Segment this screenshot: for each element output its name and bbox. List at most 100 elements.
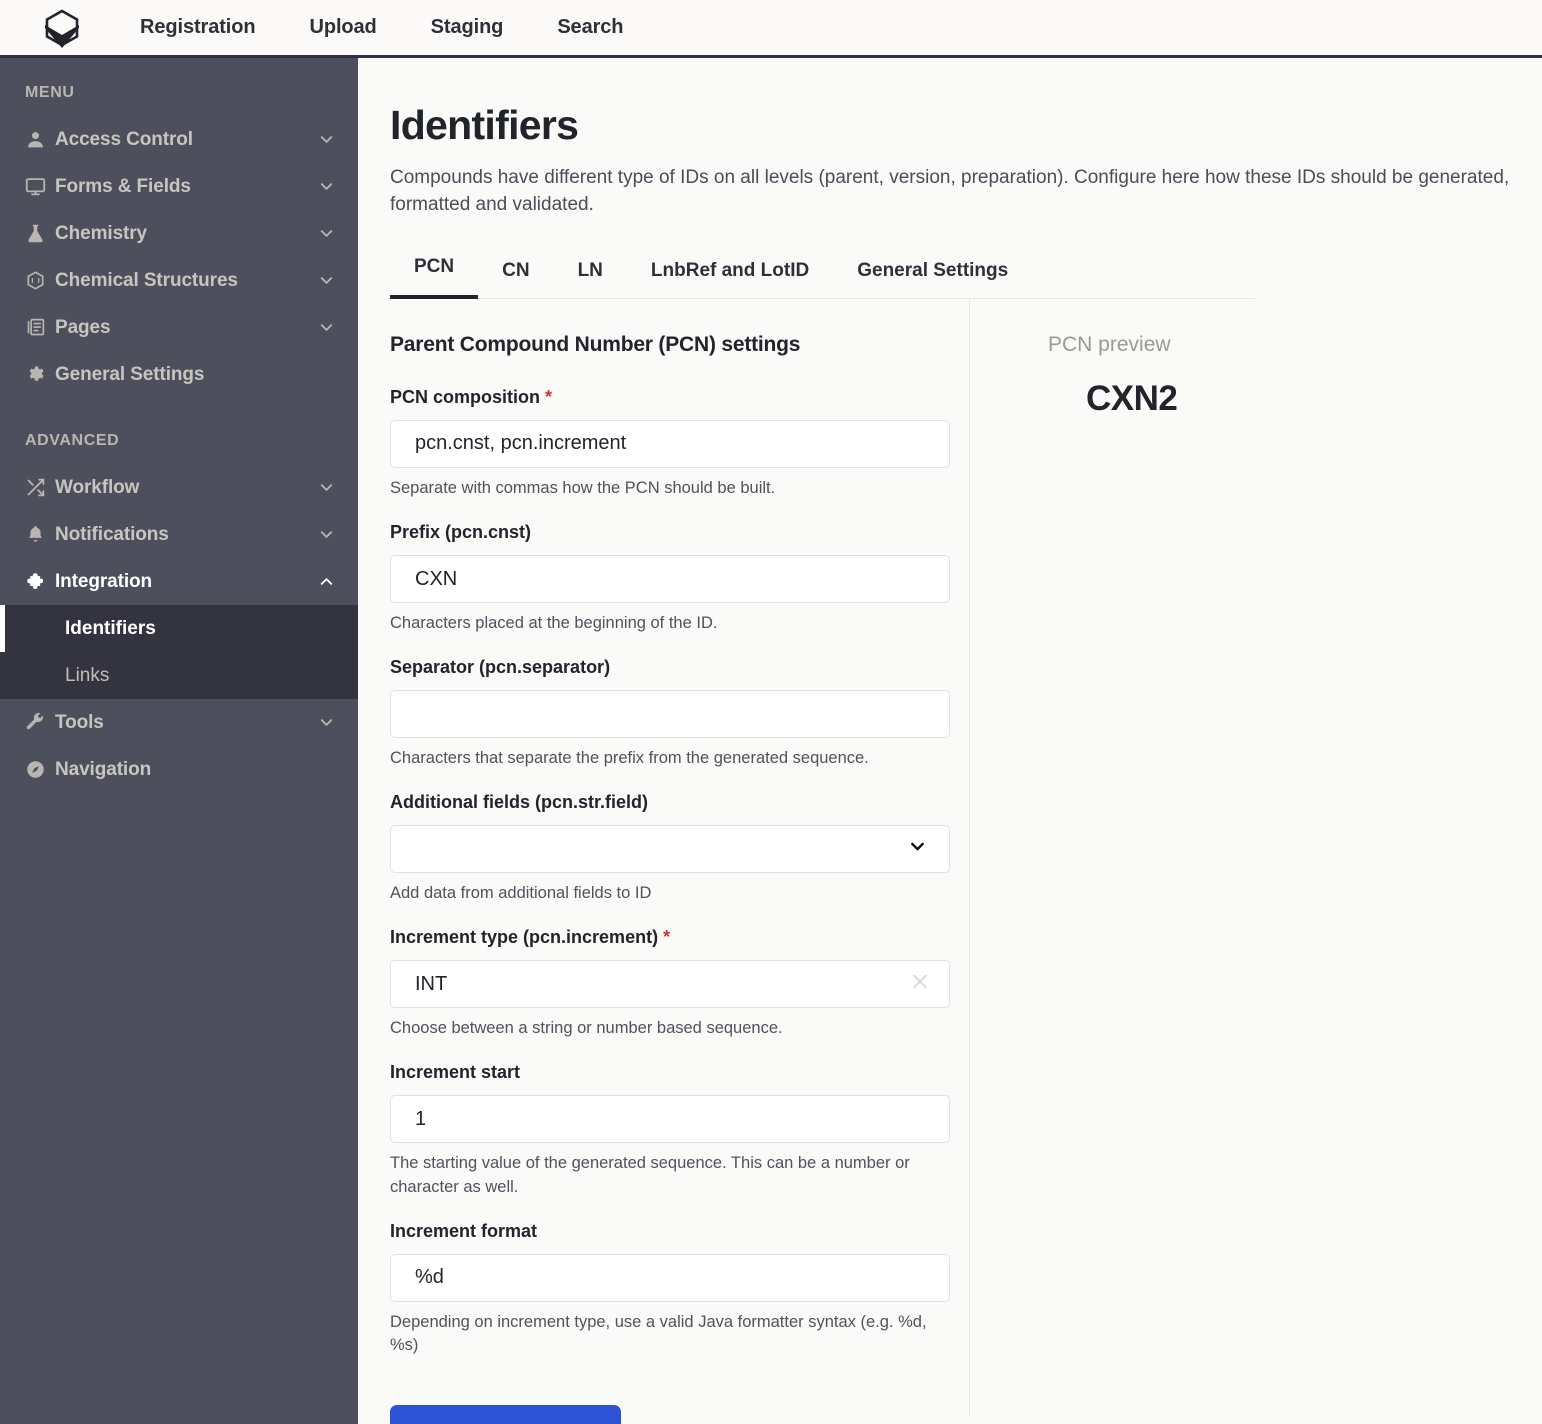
pages-icon [25,317,55,338]
sidebar-item-integration[interactable]: Integration [0,558,358,605]
sidebar: MENU Access Control Forms & Fields Chemi… [0,58,358,1424]
sidebar-item-label: Chemical Structures [55,269,238,291]
chevron-down-icon[interactable] [317,478,336,497]
puzzle-icon [25,571,55,593]
user-icon [25,129,55,150]
sidebar-item-general-settings[interactable]: General Settings [0,351,358,398]
chevron-down-icon[interactable] [317,271,336,290]
app-shell: MENU Access Control Forms & Fields Chemi… [0,58,1542,1424]
field-label: PCN composition * [390,387,939,408]
close-icon[interactable] [910,972,930,997]
chevron-up-icon[interactable] [317,572,336,591]
field-pcn-composition: PCN composition * Separate with commas h… [390,387,950,500]
shuffle-icon [25,477,55,498]
chevron-down-icon[interactable] [317,318,336,337]
additional-fields-select[interactable] [390,825,950,874]
tab-pcn[interactable]: PCN [390,256,479,299]
tab-lnbref-and-lotid[interactable]: LnbRef and LotID [627,260,833,299]
field-hint: Choose between a string or number based … [390,1019,783,1038]
field-label-text: Increment type (pcn.increment) [390,927,659,948]
sidebar-item-label: Workflow [55,476,140,498]
gear-icon [25,364,55,385]
monitor-icon [25,176,55,197]
content-columns: Parent Compound Number (PCN) settings PC… [390,298,1542,1424]
field-hint: Depending on increment type, use a valid… [390,1312,927,1354]
chevron-down-icon[interactable] [317,130,336,149]
field-label: Additional fields (pcn.str.field) [390,792,649,813]
field-hint: Characters placed at the beginning of th… [390,614,718,633]
sidebar-section-menu-label: MENU [25,84,75,101]
chevron-down-icon[interactable] [317,177,336,196]
pcn-preview-label: PCN preview [1048,332,1171,356]
sidebar-item-notifications[interactable]: Notifications [0,511,358,558]
field-label: Separator (pcn.separator) [390,657,611,678]
increment-type-wrapper [390,960,950,1009]
tab-bar: PCN CN LN LnbRef and LotID General Setti… [390,255,1255,299]
sidebar-item-links[interactable]: Links [0,652,358,699]
field-label-text: PCN composition [390,386,541,407]
sidebar-item-label: Tools [55,711,104,733]
nav-link-search[interactable]: Search [530,16,650,39]
field-increment-format: Increment format Depending on increment … [390,1220,950,1357]
sidebar-item-label: Pages [55,316,111,338]
pcn-preview-value: CXN2 [1086,378,1178,418]
sidebar-item-chemistry[interactable]: Chemistry [0,210,358,257]
sidebar-item-label: Notifications [55,523,169,545]
pcn-settings-form: Parent Compound Number (PCN) settings PC… [390,298,970,1424]
app-logo[interactable] [36,5,88,51]
field-hint: Separate with commas how the PCN should … [390,478,776,497]
increment-format-input[interactable] [390,1253,950,1302]
sidebar-item-label: Integration [55,570,153,592]
field-hint: Characters that separate the prefix from… [390,749,869,768]
nav-link-upload[interactable]: Upload [282,16,403,39]
field-label: Increment start [390,1062,521,1083]
pcn-composition-input[interactable] [390,419,950,468]
field-label: Increment type (pcn.increment) * [390,927,939,948]
field-prefix: Prefix (pcn.cnst) Characters placed at t… [390,522,950,635]
sidebar-section-advanced-label: ADVANCED [25,432,120,449]
compass-icon [25,759,55,780]
sidebar-subitem-label: Links [65,664,110,686]
separator-input[interactable] [390,690,950,739]
sidebar-item-workflow[interactable]: Workflow [0,464,358,511]
chevron-down-icon[interactable] [317,525,336,544]
wrench-icon [25,712,55,733]
sidebar-item-tools[interactable]: Tools [0,699,358,746]
prefix-input[interactable] [390,555,950,604]
tab-general-settings[interactable]: General Settings [833,260,1032,299]
increment-start-input[interactable] [390,1095,950,1144]
nav-links: Registration Upload Staging Search [140,16,650,39]
sidebar-item-chemical-structures[interactable]: Chemical Structures [0,257,358,304]
field-separator: Separator (pcn.separator) Characters tha… [390,657,950,770]
form-heading: Parent Compound Number (PCN) settings [390,332,801,356]
increment-type-input[interactable] [390,960,950,1009]
sidebar-item-navigation[interactable]: Navigation [0,746,358,793]
sidebar-item-access-control[interactable]: Access Control [0,116,358,163]
chevron-down-icon[interactable] [317,713,336,732]
sidebar-submenu-integration: Identifiers Links [0,605,358,699]
flask-icon [25,223,55,244]
nav-link-registration[interactable]: Registration [140,16,282,39]
bell-icon [25,524,55,545]
additional-fields-select-wrapper[interactable] [390,825,950,874]
sidebar-item-label: Access Control [55,128,193,150]
chevron-down-icon[interactable] [317,224,336,243]
save-pcn-settings-button[interactable]: Save PCN settings [390,1404,622,1424]
sidebar-item-identifiers[interactable]: Identifiers [0,605,358,652]
field-additional-fields: Additional fields (pcn.str.field) Add da… [390,792,950,905]
tab-cn[interactable]: CN [478,260,553,299]
tab-ln[interactable]: LN [554,260,627,299]
field-label: Increment format [390,1220,538,1241]
hexagon-icon [25,270,55,291]
field-increment-start: Increment start The starting value of th… [390,1062,950,1198]
nav-link-staging[interactable]: Staging [404,16,531,39]
page-description: Compounds have different type of IDs on … [390,167,1510,215]
sidebar-item-label: Chemistry [55,222,148,244]
page-title: Identifiers [390,102,579,148]
field-label: Prefix (pcn.cnst) [390,522,532,543]
sidebar-item-forms-and-fields[interactable]: Forms & Fields [0,163,358,210]
sidebar-item-label: Forms & Fields [55,175,191,197]
sidebar-item-pages[interactable]: Pages [0,304,358,351]
field-hint: The starting value of the generated sequ… [390,1154,910,1196]
pcn-preview-panel: PCN preview CXN2 [970,299,1542,1416]
